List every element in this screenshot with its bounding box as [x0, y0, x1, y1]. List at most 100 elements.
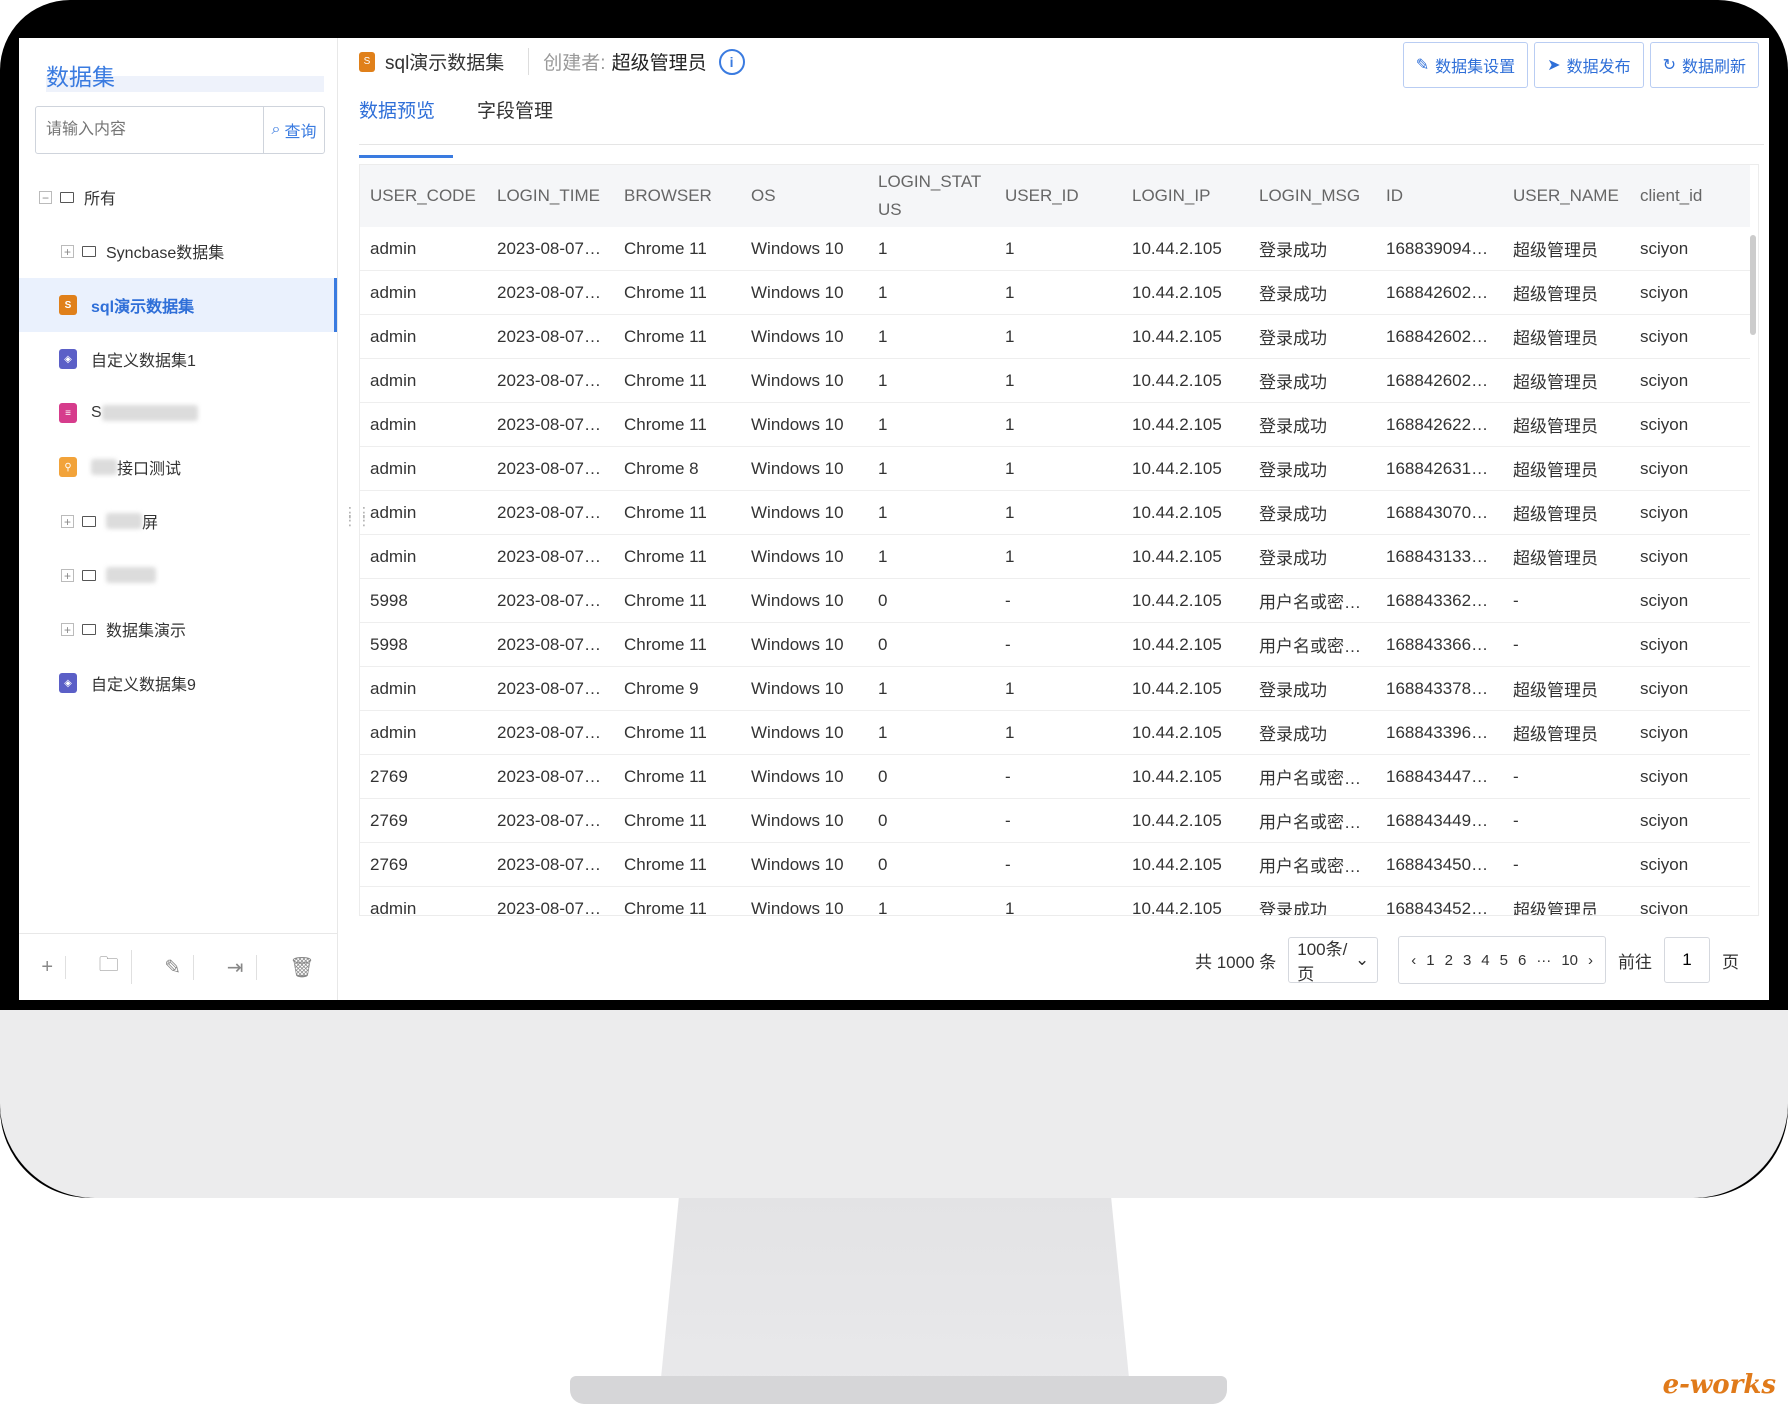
page-number[interactable]: 4 [1481, 952, 1489, 969]
collapse-icon[interactable]: − [39, 190, 52, 204]
dataset-settings-button[interactable]: ✎ 数据集设置 [1402, 42, 1529, 88]
edit-icon: ✎ [1415, 57, 1430, 74]
folder-icon [82, 245, 96, 257]
table-cell: 2023-08-07T... [487, 446, 614, 491]
table-row[interactable]: 2769 2023-08-07T... Chrome 11 Windows 10 0-1… [360, 754, 1750, 799]
tree-item[interactable]: Ssql演示数据集 [19, 278, 337, 332]
search-input[interactable] [36, 107, 263, 153]
main-panel: S sql演示数据集 创建者: 超级管理员 i ✎ 数据集设置 ➤ 数据发布 ↻… [359, 38, 1769, 1000]
column-header[interactable]: LOGIN_STATUS [868, 165, 995, 227]
table-row[interactable]: 2769 2023-08-07T... Chrome 11 Windows 10 0-1… [360, 842, 1750, 887]
page-size-value: 100条/页 [1297, 940, 1348, 984]
page-ellipsis[interactable]: ··· [1536, 952, 1551, 969]
table-row[interactable]: 2769 2023-08-07T... Chrome 11 Windows 10 0-1… [360, 798, 1750, 843]
tab-field-management[interactable]: 字段管理 [477, 94, 571, 144]
tree-item[interactable]: ⚲ 接口测试 [19, 440, 337, 494]
table-row[interactable]: admin 2023-08-07T... Chrome 11 Windows 10 1 1… [360, 358, 1750, 403]
publish-button[interactable]: ➤ 数据发布 [1534, 42, 1644, 88]
table-cell: 2023-08-07T... [487, 578, 614, 623]
table-row[interactable]: admin 2023-08-07T... Chrome 11 Windows 10 1 1… [360, 886, 1750, 915]
refresh-button[interactable]: ↻ 数据刷新 [1649, 42, 1759, 88]
vertical-scrollbar[interactable] [1750, 235, 1756, 335]
table-cell: admin [360, 710, 487, 755]
table-cell: 1 [995, 270, 1122, 315]
table-cell: 超级管理员 [1503, 402, 1630, 447]
tree-item[interactable]: ◈ 自定义数据集1 [19, 332, 337, 386]
column-header[interactable]: ID [1376, 165, 1503, 227]
jump-page-input[interactable] [1664, 937, 1710, 983]
tree-item[interactable]: + 屏 [19, 494, 337, 548]
table-cell: Chrome 9 [614, 666, 741, 711]
table-cell: admin [360, 227, 487, 271]
tree-item[interactable]: + Syncbase数据集 [19, 224, 337, 278]
table-cell: 10.44.2.105 [1122, 842, 1249, 887]
table-cell: sciyon [1630, 314, 1750, 359]
table-row[interactable]: admin 2023-08-07T... Chrome 11 Windows 10 1 1… [360, 314, 1750, 359]
table-cell: 1 [868, 314, 995, 359]
table-row[interactable]: admin 2023-08-07T... Chrome 11 Windows 10 1 1… [360, 402, 1750, 447]
tree-item[interactable]: + 数据集演示 [19, 602, 337, 656]
table-row[interactable]: admin 2023-08-07T... Chrome 11 Windows 10 1 1… [360, 710, 1750, 755]
page-number[interactable]: 10 [1561, 952, 1578, 969]
table-row[interactable]: 5998 2023-08-07T... Chrome 11 Windows 10 0-1… [360, 578, 1750, 623]
page-number[interactable]: 1 [1426, 952, 1434, 969]
screen: 数据集 ⌕ 查询 − 所有 + Syncbase数据集 Ssql演示数据集 ◈ 自定义数据集… [19, 38, 1769, 1000]
table-row[interactable]: admin 2023-08-07T... Chrome 9 Windows 10 1 1 1… [360, 666, 1750, 711]
table-row[interactable]: admin 2023-08-07T... Chrome 11 Windows 10 1 1… [360, 270, 1750, 315]
page-size-select[interactable]: 100条/页 ⌄ [1288, 937, 1379, 984]
next-page-icon[interactable]: › [1588, 952, 1593, 969]
table-cell: admin [360, 666, 487, 711]
info-icon[interactable]: i [718, 48, 745, 75]
table-cell: 1 [868, 446, 995, 491]
page-number[interactable]: 3 [1463, 952, 1471, 969]
table-row[interactable]: 5998 2023-08-07T... Chrome 11 Windows 10 0-1… [360, 622, 1750, 667]
add-icon[interactable]: + [29, 955, 67, 979]
expand-icon[interactable]: + [61, 244, 74, 258]
table-cell: Chrome 11 [614, 798, 741, 843]
table-cell: sciyon [1630, 622, 1750, 667]
edit-icon[interactable]: ✎ [152, 954, 195, 980]
page-number[interactable]: 5 [1500, 952, 1508, 969]
table-cell: Chrome 11 [614, 710, 741, 755]
import-icon[interactable]: ⇥ [215, 954, 257, 980]
table-cell: 10.44.2.105 [1122, 227, 1249, 271]
tree-item[interactable]: + [19, 548, 337, 602]
table-cell: Chrome 11 [614, 314, 741, 359]
table-cell: 1 [995, 227, 1122, 271]
tree-item[interactable]: − 所有 [19, 170, 337, 224]
table-row[interactable]: admin 2023-08-07T... Chrome 11 Windows 10 1 1… [360, 227, 1750, 271]
column-header[interactable]: LOGIN_MSG [1249, 165, 1376, 227]
table-row[interactable]: admin 2023-08-07T... Chrome 11 Windows 10 1 1… [360, 534, 1750, 579]
column-header[interactable]: client_id [1630, 165, 1750, 227]
column-header[interactable]: USER_NAME [1503, 165, 1630, 227]
column-header[interactable]: USER_CODE [360, 165, 487, 227]
tree-item[interactable]: ≡ S [19, 386, 337, 440]
column-header[interactable]: USER_ID [995, 165, 1122, 227]
table-cell: sciyon [1630, 446, 1750, 491]
table-cell: Windows 10 [741, 402, 868, 447]
expand-icon[interactable]: + [61, 568, 74, 582]
table-row[interactable]: admin 2023-08-07T... Chrome 11 Windows 10 1 1… [360, 490, 1750, 535]
expand-icon[interactable]: + [61, 514, 74, 528]
delete-icon[interactable]: 🗑 [277, 955, 326, 980]
table-cell: 用户名或密码... [1249, 798, 1376, 843]
table-cell: 10.44.2.105 [1122, 710, 1249, 755]
tab-data-preview[interactable]: 数据预览 [359, 94, 454, 158]
folder-icon[interactable]: 🗀 [87, 950, 132, 984]
page-number[interactable]: 6 [1518, 952, 1526, 969]
tree-item[interactable]: ◈ 自定义数据集9 [19, 656, 337, 710]
expand-icon[interactable]: + [61, 622, 74, 636]
table-cell: 1688426022... [1376, 314, 1503, 359]
table-cell: 2023-08-07T... [487, 314, 614, 359]
tree-item-label: 接口测试 [117, 461, 182, 478]
column-header[interactable]: LOGIN_TIME [487, 165, 614, 227]
prev-page-icon[interactable]: ‹ [1411, 952, 1416, 969]
page-number[interactable]: 2 [1445, 952, 1453, 969]
column-header[interactable]: OS [741, 165, 868, 227]
table-cell: sciyon [1630, 842, 1750, 887]
column-header[interactable]: BROWSER [614, 165, 741, 227]
column-header[interactable]: LOGIN_IP [1122, 165, 1249, 227]
table-row[interactable]: admin 2023-08-07T... Chrome 8 Windows 10 1 1 1… [360, 446, 1750, 491]
table-cell: 1 [868, 710, 995, 755]
search-button[interactable]: ⌕ 查询 [263, 107, 324, 153]
